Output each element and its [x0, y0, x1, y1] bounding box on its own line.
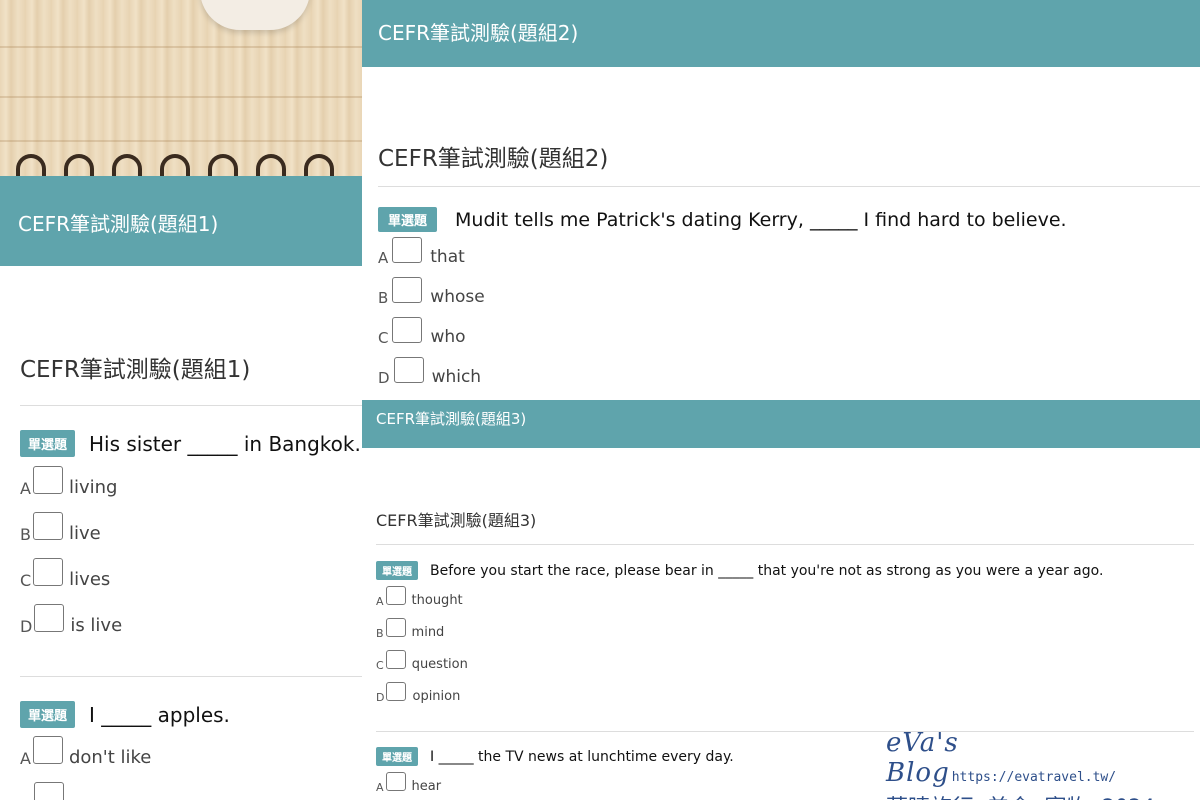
question-text: Mudit tells me Patrick's dating Kerry, _…: [455, 208, 1067, 231]
option-b[interactable]: B live: [20, 512, 101, 544]
checkbox[interactable]: [32, 512, 63, 540]
checkbox[interactable]: [393, 357, 424, 383]
wood-notebook-image: [0, 0, 362, 176]
divider: [378, 186, 1200, 187]
option-text: live: [68, 523, 101, 544]
banner-title: CEFR筆試測驗(題組1): [18, 212, 219, 236]
checkbox[interactable]: [385, 772, 406, 791]
divider: [376, 544, 1194, 545]
checkbox[interactable]: [385, 586, 406, 605]
checkbox[interactable]: [392, 317, 423, 343]
option-c[interactable]: C question: [376, 650, 468, 672]
quiz-panel-set2: CEFR筆試測驗(題組2) CEFR筆試測驗(題組2) 單選題 Mudit te…: [362, 0, 1200, 400]
page-title: CEFR筆試測驗(題組3): [376, 511, 537, 530]
option-text: whose: [430, 287, 485, 307]
option-text: opinion: [412, 689, 461, 704]
option-a[interactable]: A hear: [376, 772, 441, 794]
banner-title: CEFR筆試測驗(題組2): [378, 21, 579, 45]
option-text: living: [68, 477, 118, 498]
watermark-url: https://evatravel.tw/: [951, 770, 1117, 785]
question-text: Before you start the race, please bear i…: [430, 562, 1104, 579]
watermark-title: eVa's Blog: [886, 728, 959, 788]
checkbox[interactable]: [32, 736, 63, 764]
option-letter: A: [20, 479, 31, 498]
option-c[interactable]: C who: [378, 317, 466, 347]
question-row: 單選題 Mudit tells me Patrick's dating Kerr…: [378, 207, 1067, 232]
quiz-panel-set1: CEFR筆試測驗(題組1) CEFR筆試測驗(題組1) 單選題 His sist…: [0, 0, 362, 800]
banner-title: CEFR筆試測驗(題組3): [376, 410, 527, 428]
question-text: His sister _____ in Bangkok.: [89, 431, 361, 456]
option-text: is live: [70, 615, 123, 636]
option-text: question: [411, 657, 468, 672]
option-a[interactable]: A don't like: [20, 736, 151, 768]
option-letter: A: [378, 249, 389, 267]
checkbox[interactable]: [386, 682, 407, 701]
checkbox[interactable]: [392, 237, 423, 263]
option-text: which: [431, 367, 482, 387]
option-a[interactable]: A thought: [376, 586, 463, 608]
question-row: 單選題 Before you start the race, please be…: [376, 561, 1103, 580]
checkbox[interactable]: [34, 604, 65, 632]
option-letter: C: [376, 659, 384, 672]
checkbox[interactable]: [34, 782, 64, 800]
option-a[interactable]: A living: [20, 466, 117, 498]
option-d[interactable]: D is live: [20, 604, 122, 636]
option-b[interactable]: B whose: [378, 277, 485, 307]
watermark-subtitle: 藍晴旅行.美食.寵物 2024: [886, 790, 1186, 800]
single-choice-badge: 單選題: [20, 430, 76, 457]
option-d[interactable]: D which: [378, 357, 481, 387]
single-choice-badge: 單選題: [376, 561, 418, 580]
question-text: I _____ apples.: [89, 702, 230, 727]
divider: [20, 676, 362, 677]
option-letter: B: [378, 289, 389, 307]
single-choice-badge: 單選題: [376, 747, 418, 766]
option-text: hear: [411, 779, 442, 794]
single-choice-badge: 單選題: [20, 701, 76, 728]
option-b[interactable]: B mind: [376, 618, 444, 640]
option-c[interactable]: C lives: [20, 558, 110, 590]
option-a[interactable]: A that: [378, 237, 465, 267]
option-letter: D: [376, 691, 385, 704]
page-title: CEFR筆試測驗(題組1): [20, 357, 251, 383]
option-letter: A: [376, 595, 384, 608]
option-text: lives: [69, 569, 111, 590]
banner-set1: CEFR筆試測驗(題組1): [0, 176, 362, 266]
option-letter: B: [20, 525, 31, 544]
option-d[interactable]: D opinion: [376, 682, 460, 704]
option-letter: C: [378, 329, 389, 347]
question-text: I _____ the TV news at lunchtime every d…: [430, 748, 734, 765]
blog-watermark: eVa's Bloghttps://evatravel.tw/ 藍晴旅行.美食.…: [886, 728, 1186, 800]
banner-set2: CEFR筆試測驗(題組2): [362, 0, 1200, 67]
question-row: 單選題 His sister _____ in Bangkok.: [20, 430, 361, 457]
option-letter: A: [376, 781, 384, 794]
divider: [20, 405, 362, 406]
option-text: don't like: [68, 747, 152, 768]
banner-set3: CEFR筆試測驗(題組3): [362, 400, 1200, 448]
checkbox[interactable]: [32, 466, 63, 494]
checkbox[interactable]: [392, 277, 423, 303]
option-b-partial[interactable]: [20, 782, 70, 800]
single-choice-badge: 單選題: [378, 207, 438, 232]
option-letter: A: [20, 749, 31, 768]
question-row: 單選題 I _____ apples.: [20, 701, 230, 728]
option-letter: D: [20, 617, 33, 636]
option-text: who: [430, 327, 466, 347]
checkbox[interactable]: [33, 558, 64, 586]
question-row: 單選題 I _____ the TV news at lunchtime eve…: [376, 747, 734, 766]
page-title: CEFR筆試測驗(題組2): [378, 146, 609, 172]
checkbox[interactable]: [385, 618, 406, 637]
checkbox[interactable]: [385, 650, 406, 669]
option-text: thought: [411, 593, 463, 608]
option-text: mind: [411, 625, 445, 640]
option-text: that: [430, 247, 465, 267]
option-letter: B: [376, 627, 384, 640]
option-letter: D: [378, 369, 390, 387]
option-letter: C: [20, 571, 32, 590]
